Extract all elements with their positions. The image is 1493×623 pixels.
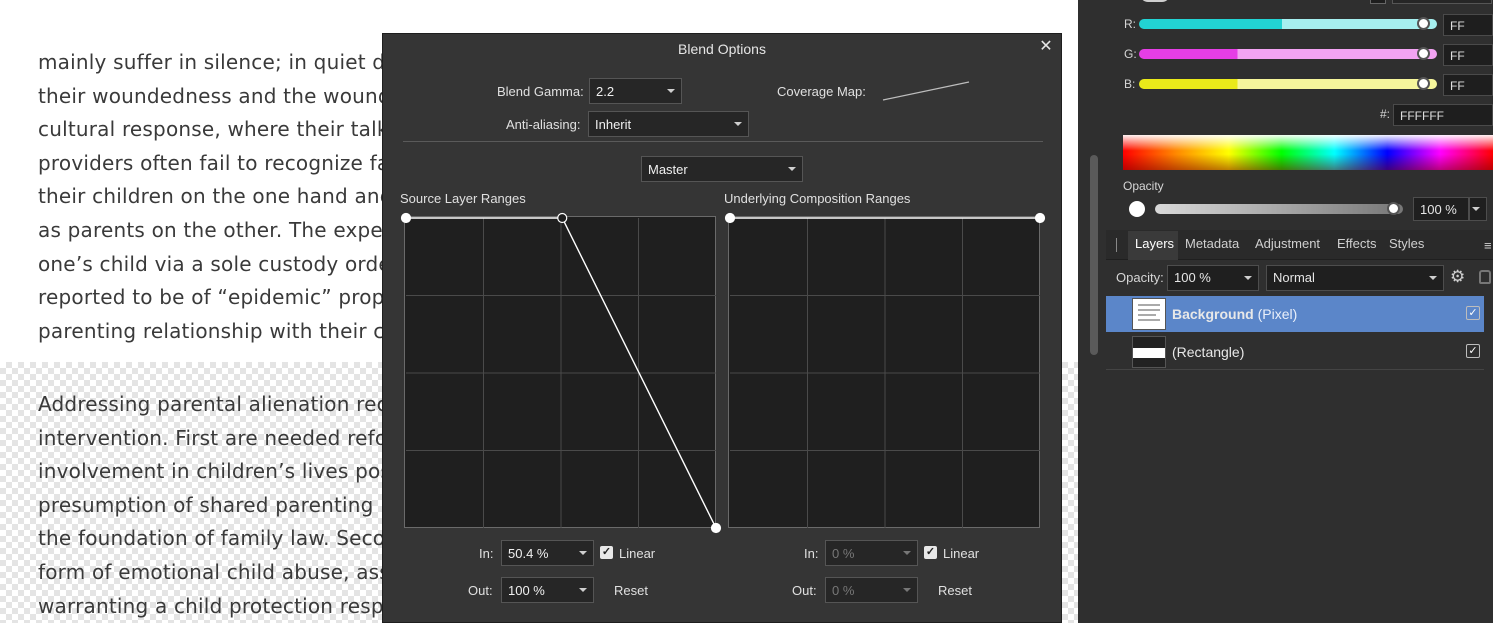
document-text-line: involvement in children’s lives pos [38,459,392,484]
dialog-title: Blend Options [678,41,766,57]
color-mode-icon[interactable] [1370,0,1386,4]
b-slider[interactable] [1139,79,1437,89]
r-value-field[interactable]: FF [1443,14,1493,36]
underlying-in-label: In: [804,546,819,561]
layer-name: Background (Pixel) [1172,306,1298,322]
opacity-slider[interactable] [1155,204,1403,214]
tab-layers-label[interactable]: Layers [1135,236,1174,251]
document-text-line: form of emotional child abuse, assu [38,560,403,584]
source-in-label: In: [479,546,494,561]
r-slider-knob[interactable] [1417,17,1430,30]
hex-label: #: [1380,107,1391,121]
document-text-line: parenting relationship with their c [38,318,385,343]
gear-icon[interactable]: ⚙ [1450,267,1465,287]
close-icon[interactable]: ✕ [1037,38,1055,56]
document-text-line: mainly suffer in silence; in quiet de [38,50,398,74]
opacity-dropdown-button[interactable] [1469,197,1487,221]
document-text-line: the foundation of family law. Secor [38,526,394,551]
layer-row-background[interactable]: Background (Pixel) ✓ [1106,296,1484,332]
studio-scrollbar[interactable] [1090,155,1098,355]
underlying-linear-checkbox[interactable]: ✓ [924,546,937,559]
document-text-line: as parents on the other. The exper [38,218,392,242]
document-text-line: their woundedness and the wound [38,83,391,108]
blend-options-dialog: Blend Options ✕ Blend Gamma: 2.2 Coverag… [382,33,1062,623]
r-label: R: [1124,17,1136,31]
curve-handle[interactable] [1034,212,1046,224]
layer-name: (Rectangle) [1172,344,1245,360]
layer-row-rectangle[interactable]: (Rectangle) ✓ [1106,334,1484,370]
underlying-in-field[interactable]: 0 % [825,540,918,566]
curve-handle[interactable] [710,522,722,534]
tab-adjustment[interactable]: Adjustment [1255,236,1320,251]
antialiasing-dropdown[interactable]: Inherit [588,111,749,137]
layer-thumbnail [1132,298,1166,330]
source-ranges-title: Source Layer Ranges [400,191,526,206]
source-in-field[interactable]: 50.4 % [501,540,594,566]
color-model-dropdown[interactable] [1392,0,1492,4]
coverage-map-label: Coverage Map: [777,84,866,99]
blend-mode-dropdown[interactable]: Normal [1266,265,1444,291]
g-slider-knob[interactable] [1417,47,1430,60]
hex-value-field[interactable]: FFFFFF [1393,104,1493,126]
document-text-line: Addressing parental alienation rec [38,392,388,416]
underlying-reset-button[interactable]: Reset [938,583,972,598]
blend-gamma-label: Blend Gamma: [497,84,584,99]
channel-dropdown[interactable]: Master [641,156,803,182]
underlying-linear-label: Linear [943,546,980,561]
layer-visibility-checkbox[interactable]: ✓ [1466,344,1480,358]
lock-icon[interactable] [1479,270,1491,284]
curve-handle[interactable] [400,212,412,224]
panel-menu-icon[interactable]: ≡ [1484,238,1492,253]
r-slider[interactable] [1139,19,1437,29]
document-text-line: providers often fail to recognize fa [38,150,390,175]
g-slider[interactable] [1139,49,1437,59]
color-swatch[interactable] [1129,201,1145,217]
layer-thumbnail [1132,336,1166,368]
b-label: B: [1124,77,1136,91]
underlying-ranges-graph[interactable] [724,212,1046,528]
g-value-field[interactable]: FF [1443,44,1493,66]
antialiasing-label: Anti-aliasing: [506,117,581,132]
document-text-line: warranting a child protection resp [38,593,384,618]
source-ranges-graph[interactable] [400,212,722,534]
blend-gamma-dropdown[interactable]: 2.2 [589,78,682,104]
opacity-label: Opacity [1123,179,1164,193]
source-reset-button[interactable]: Reset [614,583,648,598]
b-slider-knob[interactable] [1417,77,1430,90]
opacity-value-field[interactable]: 100 % [1413,197,1469,221]
underlying-out-field[interactable]: 0 % [825,577,918,603]
curve-handle[interactable] [557,212,568,224]
coverage-map-curve[interactable] [881,80,971,102]
document-text-line: intervention. First are needed refo [38,425,388,450]
source-out-field[interactable]: 100 % [501,577,594,603]
layer-visibility-checkbox[interactable]: ✓ [1466,306,1480,320]
layer-opacity-field[interactable]: 100 % [1167,265,1259,291]
opacity-slider-knob[interactable] [1387,202,1400,215]
tab-metadata[interactable]: Metadata [1185,236,1239,251]
underlying-out-label: Out: [792,583,817,598]
curve-handle[interactable] [724,212,736,224]
dialog-separator [403,141,1043,142]
layer-opacity-label: Opacity: [1116,270,1164,285]
document-text-line: one’s child via a sole custody order [38,251,400,276]
tab-effects[interactable]: Effects [1337,236,1377,251]
source-curve-svg[interactable] [399,211,723,535]
tab-grip[interactable] [1116,238,1117,252]
document-text-line: their children on the one hand and [38,184,393,209]
b-value-field[interactable]: FF [1443,74,1493,96]
document-text-line: reported to be of “epidemic” propo [38,285,397,310]
g-label: G: [1124,47,1137,61]
source-linear-label: Linear [619,546,656,561]
document-text-line: cultural response, where their talk [38,117,389,142]
document-text-line: presumption of shared parenting i [38,492,386,517]
source-out-label: Out: [468,583,493,598]
color-spectrum[interactable] [1123,135,1493,170]
underlying-ranges-title: Underlying Composition Ranges [724,191,911,206]
source-linear-checkbox[interactable]: ✓ [600,546,613,559]
tab-styles[interactable]: Styles [1389,236,1424,251]
underlying-curve-svg[interactable] [723,211,1047,535]
